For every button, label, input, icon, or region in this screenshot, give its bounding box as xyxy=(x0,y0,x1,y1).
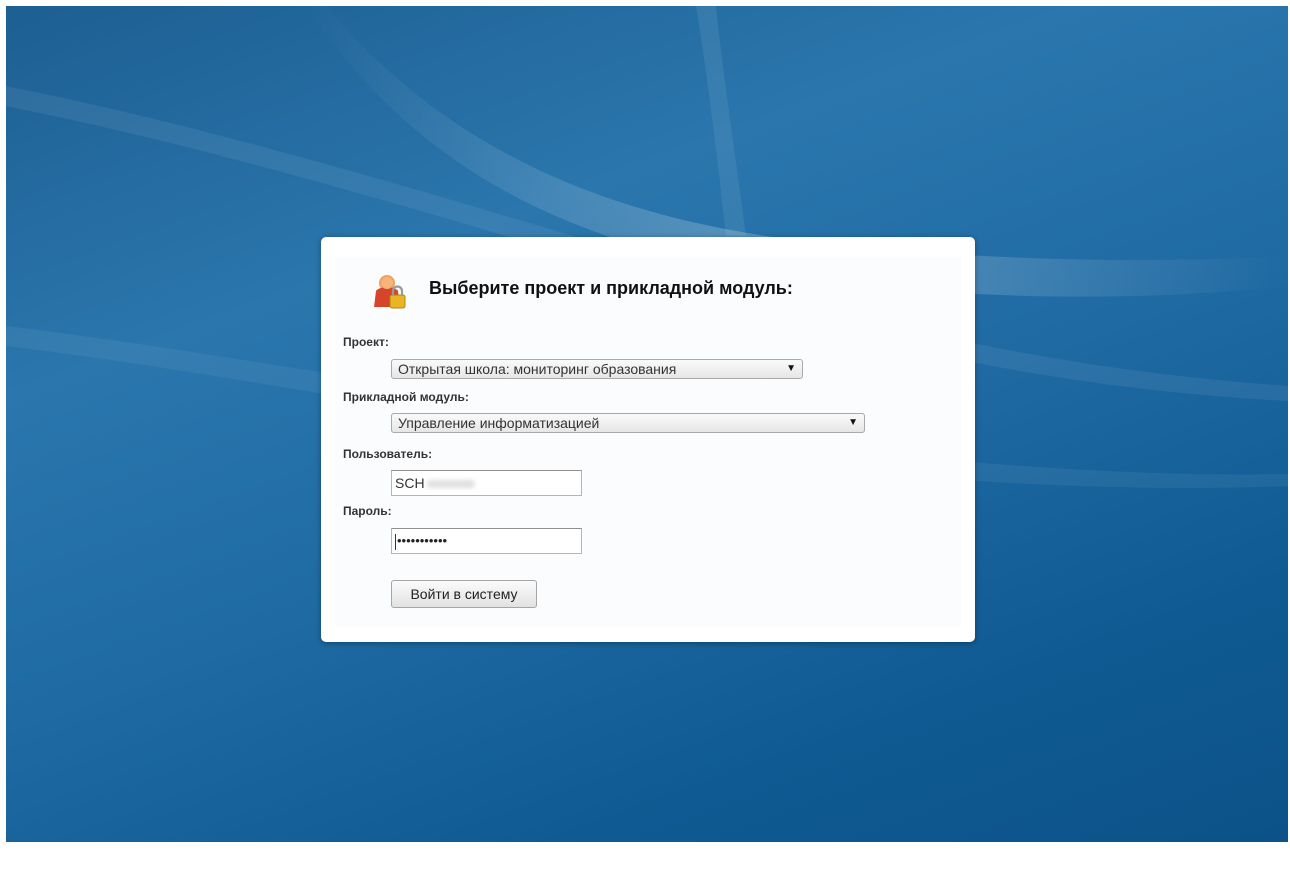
redacted-text xyxy=(426,480,475,489)
project-select[interactable]: Открытая школа: мониторинг образования ▼ xyxy=(391,359,803,379)
module-select[interactable]: Управление информатизацией ▼ xyxy=(391,413,865,433)
user-label: Пользователь: xyxy=(343,447,433,461)
login-dialog: Выберите проект и прикладной модуль: Про… xyxy=(321,237,975,642)
module-select-value: Управление информатизацией xyxy=(398,415,600,431)
password-input[interactable]: ••••••••••• xyxy=(391,528,582,554)
password-label: Пароль: xyxy=(343,504,392,518)
dropdown-arrow-icon: ▼ xyxy=(848,417,858,428)
dialog-panel xyxy=(335,257,961,627)
desktop-background: Выберите проект и прикладной модуль: Про… xyxy=(6,6,1288,842)
project-select-value: Открытая школа: мониторинг образования xyxy=(398,361,677,377)
password-value: ••••••••••• xyxy=(397,533,448,548)
dropdown-arrow-icon: ▼ xyxy=(786,363,796,374)
text-cursor xyxy=(395,533,396,550)
project-label: Проект: xyxy=(343,335,389,349)
module-label: Прикладной модуль: xyxy=(343,390,469,404)
user-lock-icon xyxy=(374,275,406,309)
username-input[interactable]: SCH xyxy=(391,470,582,496)
username-value: SCH xyxy=(395,475,425,491)
dialog-title: Выберите проект и прикладной модуль: xyxy=(429,278,793,298)
login-button[interactable]: Войти в систему xyxy=(391,580,537,608)
